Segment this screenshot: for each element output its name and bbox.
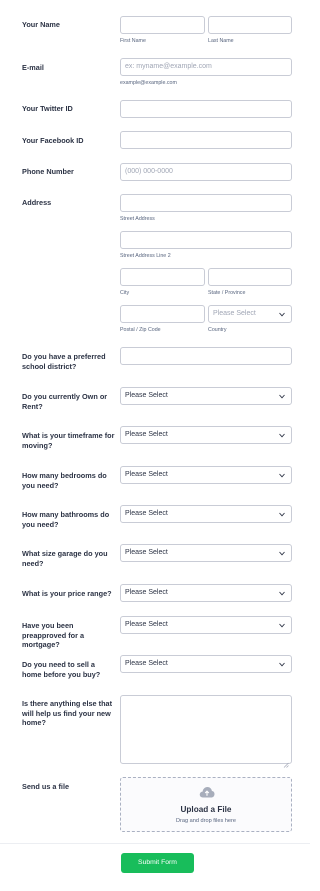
phone-label: Phone Number — [22, 167, 74, 176]
city-sublabel: City — [120, 290, 130, 296]
bathrooms-select[interactable]: Please Select — [120, 505, 292, 523]
footer-divider — [0, 843, 310, 844]
street-address-line2-sublabel: Street Address Line 2 — [120, 253, 171, 259]
last-name-sublabel: Last Name — [208, 38, 234, 44]
email-label: E-mail — [22, 63, 44, 72]
sell-home-label: Do you need to sell a home before you bu… — [22, 660, 101, 679]
zip-input[interactable] — [120, 305, 205, 323]
city-input[interactable] — [120, 268, 205, 286]
bathrooms-select-value: Please Select — [125, 510, 168, 517]
preapproved-select-value: Please Select — [125, 621, 168, 628]
cloud-upload-icon — [199, 785, 215, 798]
street-address-input[interactable] — [120, 194, 292, 212]
street-address-sublabel: Street Address — [120, 216, 155, 222]
price-range-label: What is your price range? — [22, 589, 112, 598]
chevron-down-icon — [279, 662, 285, 667]
bedrooms-select[interactable]: Please Select — [120, 466, 292, 484]
price-range-select[interactable]: Please Select — [120, 584, 292, 602]
last-name-input[interactable] — [208, 16, 292, 34]
submit-form-button[interactable]: Submit Form — [121, 853, 194, 873]
upload-title: Upload a File — [180, 805, 232, 814]
school-district-input[interactable] — [120, 347, 292, 365]
resize-grip-icon[interactable] — [283, 755, 289, 768]
country-select[interactable]: Please Select — [208, 305, 292, 323]
zip-sublabel: Postal / Zip Code — [120, 327, 161, 333]
own-rent-select[interactable]: Please Select — [120, 387, 292, 405]
file-upload-dropzone[interactable]: Upload a File Drag and drop files here — [120, 777, 292, 832]
timeframe-select[interactable]: Please Select — [120, 426, 292, 444]
garage-select[interactable]: Please Select — [120, 544, 292, 562]
address-label: Address — [22, 198, 52, 207]
chevron-down-icon — [279, 591, 285, 596]
chevron-down-icon — [279, 312, 285, 317]
facebook-input[interactable] — [120, 131, 292, 149]
anything-else-label: Is there anything else that will help us… — [22, 699, 113, 727]
price-range-select-value: Please Select — [125, 589, 168, 596]
upload-hint: Drag and drop files here — [175, 818, 236, 824]
own-rent-label: Do you currently Own or Rent? — [22, 392, 108, 411]
email-sublabel: example@example.com — [120, 80, 177, 86]
garage-select-value: Please Select — [125, 549, 168, 556]
first-name-sublabel: First Name — [120, 38, 146, 44]
sell-home-select-value: Please Select — [125, 660, 168, 667]
country-sublabel: Country — [208, 327, 227, 333]
chevron-down-icon — [279, 473, 285, 478]
chevron-down-icon — [279, 433, 285, 438]
school-district-label: Do you have a preferred school district? — [22, 352, 106, 371]
email-input[interactable]: ex: myname@example.com — [120, 58, 292, 76]
own-rent-select-value: Please Select — [125, 392, 168, 399]
first-name-input[interactable] — [120, 16, 205, 34]
preapproved-label: Have you been preapproved for a mortgage… — [22, 621, 85, 649]
name-label: Your Name — [22, 20, 60, 29]
email-placeholder: ex: myname@example.com — [125, 63, 212, 70]
timeframe-label: What is your timeframe for moving? — [22, 431, 115, 450]
chevron-down-icon — [279, 623, 285, 628]
chevron-down-icon — [279, 394, 285, 399]
facebook-label: Your Facebook ID — [22, 136, 84, 145]
chevron-down-icon — [279, 512, 285, 517]
chevron-down-icon — [279, 551, 285, 556]
twitter-label: Your Twitter ID — [22, 104, 73, 113]
state-sublabel: State / Province — [208, 290, 246, 296]
garage-label: What size garage do you need? — [22, 549, 108, 568]
phone-input[interactable]: (000) 000-0000 — [120, 163, 292, 181]
sell-home-select[interactable]: Please Select — [120, 655, 292, 673]
bedrooms-select-value: Please Select — [125, 471, 168, 478]
timeframe-select-value: Please Select — [125, 431, 168, 438]
preapproved-select[interactable]: Please Select — [120, 616, 292, 634]
state-input[interactable] — [208, 268, 292, 286]
bedrooms-label: How many bedrooms do you need? — [22, 471, 107, 490]
phone-placeholder: (000) 000-0000 — [125, 168, 173, 175]
street-address-line2-input[interactable] — [120, 231, 292, 249]
file-label: Send us a file — [22, 782, 70, 791]
twitter-input[interactable] — [120, 100, 292, 118]
anything-else-textarea[interactable] — [120, 695, 292, 768]
bathrooms-label: How many bathrooms do you need? — [22, 510, 110, 529]
country-select-value: Please Select — [213, 310, 256, 317]
